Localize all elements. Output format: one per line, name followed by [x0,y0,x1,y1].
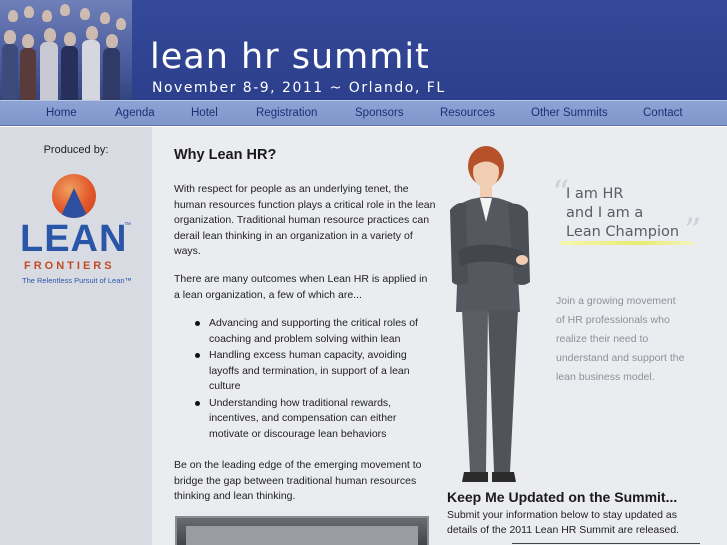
video-player[interactable] [175,516,429,545]
nav-resources[interactable]: Resources [440,107,495,119]
nav-contact[interactable]: Contact [643,107,683,119]
signup-form-field-edge[interactable] [512,543,700,544]
quote-line-3: Lean Champion [566,224,680,240]
video-screen [186,526,418,545]
header-crowd-photo [0,0,132,100]
nav-home[interactable]: Home [46,107,77,119]
logo-tagline: The Relentless Pursuit of Lean™ [22,276,133,285]
hr-woman-photo [450,146,530,482]
summit-date-location: November 8-9, 2011 ~ Orlando, FL [152,80,446,96]
main-navigation: Home Agenda Hotel Registration Sponsors … [0,100,727,126]
nav-sponsors[interactable]: Sponsors [355,107,404,119]
quote-line-2: and I am a [566,205,644,221]
keep-updated-text: Submit your information below to stay up… [447,509,680,536]
list-item: Handling excess human capacity, avoiding… [193,348,438,395]
logo-wordmark: LEAN [20,218,128,260]
nav-agenda[interactable]: Agenda [115,107,155,119]
produced-by-label: Produced by: [43,144,109,156]
closing-paragraph: Be on the leading edge of the emerging m… [174,459,422,502]
keep-updated-heading: Keep Me Updated on the Summit... [447,489,678,505]
intro-paragraph: With respect for people as an underlying… [174,183,436,257]
quote-line-1: I am HR [566,186,624,202]
nav-other-summits[interactable]: Other Summits [531,107,608,119]
join-movement-text: Join a growing movement of HR profession… [556,295,685,383]
logo-frontiers-text: FRONTIERS [24,260,115,272]
nav-hotel[interactable]: Hotel [191,107,218,119]
site-header: lean hr summit November 8-9, 2011 ~ Orla… [0,0,727,100]
nav-registration[interactable]: Registration [256,107,317,119]
outcomes-list: Advancing and supporting the critical ro… [193,316,438,443]
list-item: Advancing and supporting the critical ro… [193,316,438,347]
logo-emblem-icon [52,174,96,218]
section-heading: Why Lean HR? [174,147,277,163]
quote-highlight [560,241,694,245]
outcomes-paragraph: There are many outcomes when Lean HR is … [174,273,428,301]
list-item: Understanding how traditional rewards, i… [193,396,438,443]
logo-trademark: ™ [124,222,131,229]
summit-title: lean hr summit [150,37,430,77]
lean-frontiers-logo[interactable]: LEAN ™ FRONTIERS The Relentless Pursuit … [18,172,134,287]
